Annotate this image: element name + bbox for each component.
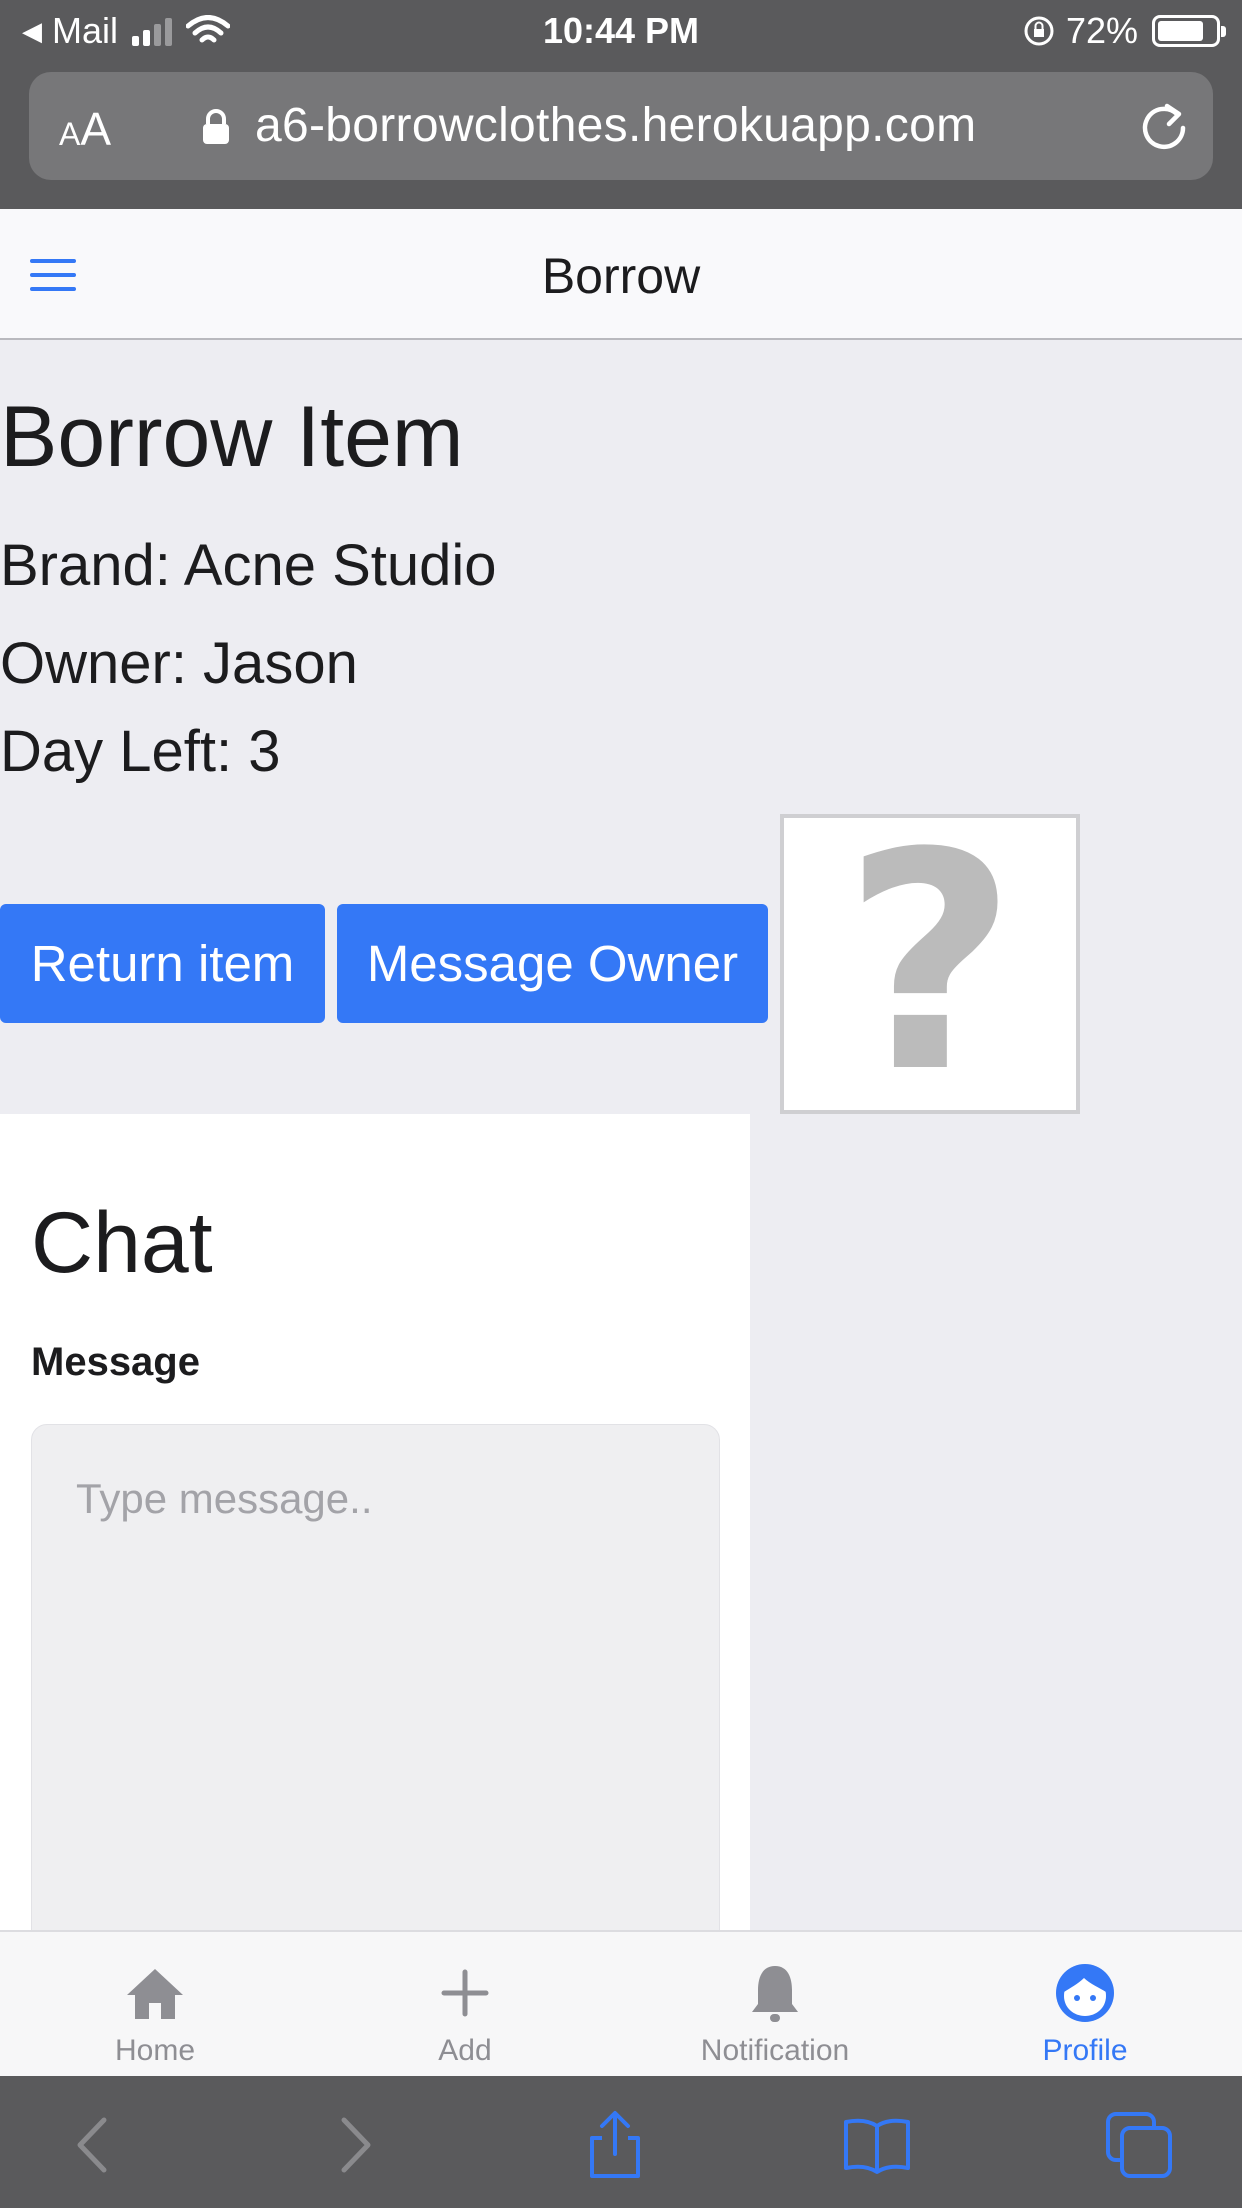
item-owner: Owner: Jason: [0, 631, 358, 696]
url-text[interactable]: a6-borrowclothes.herokuapp.com: [255, 98, 976, 153]
item-days-left: Day Left: 3: [0, 719, 281, 784]
home-icon: [127, 1969, 183, 2019]
message-label: Message: [31, 1340, 200, 1384]
tab-label: Add: [438, 2034, 492, 2067]
item-image-placeholder: ?: [780, 814, 1080, 1114]
tab-label: Home: [114, 2034, 196, 2067]
reload-icon[interactable]: [1137, 98, 1191, 154]
tab-notification[interactable]: Notification: [620, 1932, 930, 2078]
bell-icon: [752, 1966, 798, 2022]
text-size-button[interactable]: AA: [59, 102, 111, 156]
safari-chrome-top: ◀ Mail 10:44 PM 72% AA a6-borrowclothes.…: [0, 0, 1242, 209]
tab-add[interactable]: Add: [310, 1932, 620, 2078]
address-bar[interactable]: AA a6-borrowclothes.herokuapp.com: [29, 72, 1213, 180]
tabs-icon[interactable]: [1104, 2110, 1174, 2180]
tab-label: Notification: [700, 2034, 850, 2067]
safari-toolbar: [0, 2076, 1242, 2208]
missing-image-icon: ?: [842, 789, 1018, 1138]
ios-status-bar: ◀ Mail 10:44 PM 72%: [0, 0, 1242, 62]
forward-chevron-icon[interactable]: [318, 2110, 388, 2180]
item-brand: Brand: Acne Studio: [0, 533, 497, 598]
lock-icon: [203, 109, 229, 144]
page-title: Borrow Item: [0, 389, 464, 485]
navbar-title: Borrow: [541, 248, 701, 304]
message-owner-button[interactable]: Message Owner: [337, 904, 768, 1023]
message-input[interactable]: [31, 1424, 720, 1984]
battery-percentage: 72%: [1065, 10, 1138, 51]
bookmarks-icon[interactable]: [842, 2110, 912, 2180]
app-navbar: Borrow: [0, 209, 1242, 340]
battery-icon: [1152, 15, 1226, 47]
share-icon[interactable]: [580, 2110, 650, 2180]
return-item-button[interactable]: Return item: [0, 904, 325, 1023]
status-right: 72%: [1022, 10, 1226, 52]
chat-panel: Chat Message: [0, 1114, 750, 1984]
tab-profile[interactable]: Profile: [930, 1932, 1240, 2078]
profile-face-icon: [1056, 1964, 1114, 2022]
plus-icon: [441, 1969, 489, 2017]
bottom-tab-bar: Home Add Notification Profile: [0, 1930, 1242, 2076]
chat-title: Chat: [31, 1195, 213, 1291]
tab-home[interactable]: Home: [0, 1932, 310, 2078]
orientation-lock-icon: [1024, 16, 1054, 46]
back-chevron-icon[interactable]: [60, 2110, 130, 2180]
tab-label: Profile: [1042, 2034, 1128, 2067]
